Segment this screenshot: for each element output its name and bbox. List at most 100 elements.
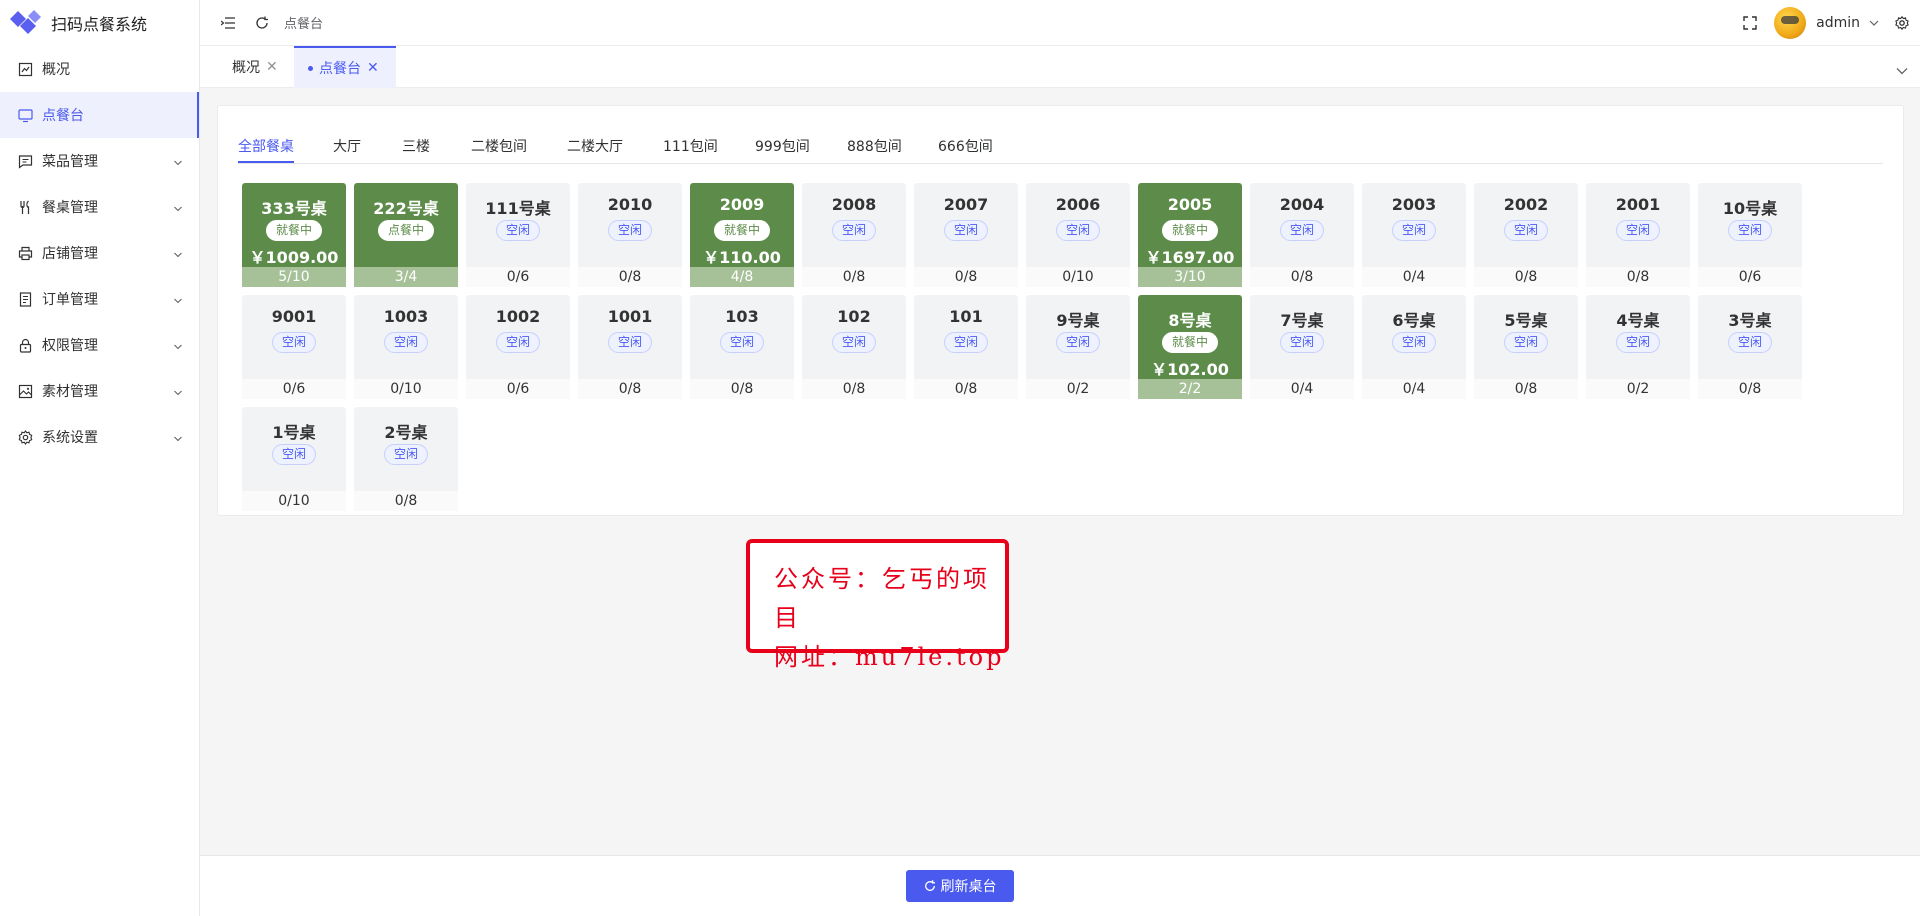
app-logo[interactable]: 扫码点餐系统: [0, 0, 199, 46]
sidebar-item[interactable]: 点餐台: [0, 92, 199, 138]
table-card[interactable]: 222号桌 点餐中 3/4: [354, 183, 458, 287]
gear-icon: [18, 429, 33, 445]
close-icon[interactable]: ✕: [367, 60, 379, 76]
table-name: 333号桌: [261, 199, 327, 218]
area-tab[interactable]: 二楼大厅: [567, 136, 623, 156]
table-status-badge: 空闲: [1391, 332, 1437, 353]
table-status-badge: 空闲: [1279, 220, 1325, 241]
table-name: 8号桌: [1168, 311, 1212, 330]
tab-overview[interactable]: 概况 ✕: [200, 46, 294, 88]
table-card[interactable]: 2009 就餐中 ￥110.00 4/8: [690, 183, 794, 287]
table-card[interactable]: 4号桌 空闲 0/2: [1586, 295, 1690, 399]
area-tab[interactable]: 999包间: [755, 136, 810, 156]
tab-label: 概况: [232, 60, 260, 76]
table-status-badge: 空闲: [1727, 332, 1773, 353]
table-seats: 0/8: [802, 379, 906, 399]
table-card[interactable]: 1001 空闲 0/8: [578, 295, 682, 399]
table-card[interactable]: 2010 空闲 0/8: [578, 183, 682, 287]
sidebar-item[interactable]: 概况: [0, 46, 199, 92]
table-card[interactable]: 1号桌 空闲 0/10: [242, 407, 346, 511]
table-card[interactable]: 103 空闲 0/8: [690, 295, 794, 399]
table-card[interactable]: 10号桌 空闲 0/6: [1698, 183, 1802, 287]
table-name: 5号桌: [1504, 311, 1548, 330]
sidebar-item[interactable]: 权限管理: [0, 322, 199, 368]
active-dot-icon: [308, 65, 313, 71]
area-tab[interactable]: 二楼包间: [471, 136, 527, 156]
table-card[interactable]: 8号桌 就餐中 ￥102.00 2/2: [1138, 295, 1242, 399]
sidebar-item-label: 点餐台: [42, 108, 84, 124]
chevron-down-icon: [174, 431, 182, 442]
reload-icon[interactable]: [254, 15, 270, 31]
logo-icon: [10, 10, 41, 34]
tab-order-desk[interactable]: 点餐台 ✕: [294, 46, 396, 88]
message-square-icon: [18, 154, 33, 169]
sidebar-item-label: 菜品管理: [42, 154, 98, 170]
table-card[interactable]: 333号桌 就餐中 ￥1009.00 5/10: [242, 183, 346, 287]
sidebar-item[interactable]: 店铺管理: [0, 230, 199, 276]
table-seats: 0/8: [914, 379, 1018, 399]
avatar[interactable]: [1774, 7, 1807, 39]
table-card[interactable]: 2008 空闲 0/8: [802, 183, 906, 287]
table-card[interactable]: 102 空闲 0/8: [802, 295, 906, 399]
table-status-badge: 空闲: [1615, 332, 1661, 353]
table-name: 6号桌: [1392, 311, 1436, 330]
sidebar-item[interactable]: 菜品管理: [0, 138, 199, 184]
area-tab[interactable]: 大厅: [333, 136, 361, 156]
table-name: 111号桌: [485, 199, 551, 218]
table-card[interactable]: 9号桌 空闲 0/2: [1026, 295, 1130, 399]
table-card[interactable]: 2003 空闲 0/4: [1362, 183, 1466, 287]
table-name: 222号桌: [373, 199, 439, 218]
table-card[interactable]: 5号桌空闲 0/8: [1474, 295, 1578, 399]
refresh-tables-button[interactable]: 刷新桌台: [906, 870, 1014, 902]
table-name: 103: [725, 307, 759, 326]
table-card[interactable]: 2001 空闲 0/8: [1586, 183, 1690, 287]
area-tab[interactable]: 全部餐桌: [238, 136, 294, 163]
table-status-badge: 空闲: [1727, 220, 1773, 241]
table-seats: 0/8: [1250, 267, 1354, 287]
table-card[interactable]: 2005 就餐中 ￥1697.00 3/10: [1138, 183, 1242, 287]
table-card[interactable]: 101 空闲 0/8: [914, 295, 1018, 399]
close-icon[interactable]: ✕: [266, 59, 278, 75]
table-name: 102: [837, 307, 871, 326]
table-seats: 0/6: [1698, 267, 1802, 287]
fullscreen-icon[interactable]: [1742, 15, 1758, 31]
table-card[interactable]: 6号桌 空闲 0/4: [1362, 295, 1466, 399]
lock-icon: [18, 338, 33, 353]
sidebar-item[interactable]: 系统设置: [0, 414, 199, 460]
sidebar-item[interactable]: 素材管理: [0, 368, 199, 414]
table-card[interactable]: 3号桌 空闲 0/8: [1698, 295, 1802, 399]
table-seats: 0/8: [578, 379, 682, 399]
user-name[interactable]: admin: [1816, 15, 1860, 31]
table-name: 2003: [1391, 195, 1437, 214]
table-seats: 0/8: [1474, 379, 1578, 399]
chevron-down-icon[interactable]: [1866, 15, 1882, 31]
table-card[interactable]: 1002 空闲 0/6: [466, 295, 570, 399]
table-card[interactable]: 2007 空闲 0/8: [914, 183, 1018, 287]
sidebar-item[interactable]: 订单管理: [0, 276, 199, 322]
document-icon: [18, 291, 33, 307]
table-card[interactable]: 2号桌 空闲 0/8: [354, 407, 458, 511]
table-seats: 0/8: [1474, 267, 1578, 287]
area-tab[interactable]: 666包间: [938, 136, 993, 156]
table-card[interactable]: 2002 空闲 0/8: [1474, 183, 1578, 287]
area-tab[interactable]: 888包间: [847, 136, 902, 156]
table-status-badge: 空闲: [719, 332, 765, 353]
table-card[interactable]: 2004 空闲 0/8: [1250, 183, 1354, 287]
table-seats: 3/10: [1138, 267, 1242, 287]
table-seats: 0/10: [1026, 267, 1130, 287]
table-status-badge: 就餐中: [1161, 332, 1219, 353]
table-status-badge: 就餐中: [713, 220, 771, 241]
table-card[interactable]: 7号桌 空闲 0/4: [1250, 295, 1354, 399]
table-status-badge: 空闲: [1503, 332, 1549, 353]
tabs-dropdown-icon[interactable]: [1896, 60, 1908, 79]
table-card[interactable]: 111号桌 空闲 0/6: [466, 183, 570, 287]
table-card[interactable]: 9001 空闲 0/6: [242, 295, 346, 399]
area-tab[interactable]: 三楼: [402, 136, 430, 156]
collapse-menu-icon[interactable]: [220, 15, 236, 31]
area-tab[interactable]: 111包间: [663, 136, 718, 156]
table-card[interactable]: 1003 空闲 0/10: [354, 295, 458, 399]
sidebar-item[interactable]: 餐桌管理: [0, 184, 199, 230]
settings-gear-icon[interactable]: [1894, 15, 1910, 31]
table-status-badge: 空闲: [831, 220, 877, 241]
table-card[interactable]: 2006 空闲 0/10: [1026, 183, 1130, 287]
